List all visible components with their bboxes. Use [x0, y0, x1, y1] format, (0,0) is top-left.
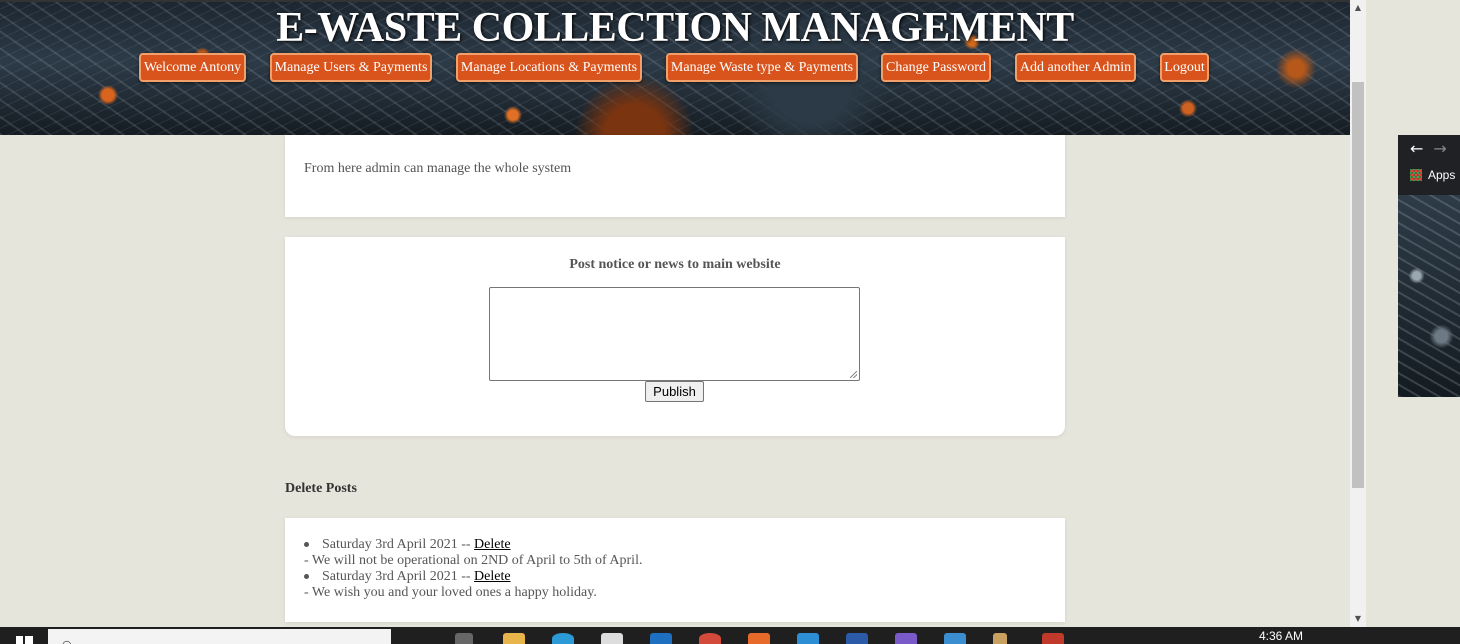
intro-card: From here admin can manage the whole sys… [285, 135, 1065, 217]
app-icon[interactable] [895, 633, 917, 644]
word-icon[interactable] [846, 633, 868, 644]
post-content: - We will not be operational on 2ND of A… [304, 553, 643, 568]
scroll-down-icon[interactable]: ▼ [1350, 611, 1366, 627]
bullet-icon [304, 542, 309, 548]
intro-text: From here admin can manage the whole sys… [304, 161, 572, 176]
windows-start-icon[interactable] [16, 636, 33, 644]
header-banner: E-WASTE COLLECTION MANAGEMENT Welcome An… [0, 0, 1350, 135]
publish-button[interactable]: Publish [645, 381, 704, 402]
post-item-date: Saturday 3rd April 2021 -- Delete [304, 537, 511, 553]
side-nav-arrows: ← → [1410, 139, 1447, 158]
main-nav: Welcome Antony Manage Users & Payments M… [0, 53, 1350, 83]
posts-list-card: Saturday 3rd April 2021 -- Delete - We w… [285, 518, 1065, 622]
taskbar-search-box[interactable]: ○ [48, 629, 391, 644]
background-browser-window[interactable]: ← → Apps [1398, 135, 1460, 397]
post-date: Saturday 3rd April 2021 -- [322, 569, 471, 584]
nav-manage-waste-type[interactable]: Manage Waste type & Payments [666, 53, 858, 82]
app-icon[interactable] [1042, 633, 1064, 644]
search-icon: ○ [62, 638, 72, 644]
windows-taskbar: ○ 4:36 AM [0, 627, 1460, 644]
vscode-icon[interactable] [797, 633, 819, 644]
browser-viewport: E-WASTE COLLECTION MANAGEMENT Welcome An… [0, 0, 1366, 644]
nav-logout[interactable]: Logout [1160, 53, 1209, 82]
store-icon[interactable] [601, 633, 623, 644]
taskbar-clock[interactable]: 4:36 AM [1259, 629, 1303, 643]
apps-shortcut[interactable]: Apps [1410, 168, 1455, 182]
scroll-up-icon[interactable]: ▲ [1350, 0, 1366, 16]
post-item-date: Saturday 3rd April 2021 -- Delete [304, 569, 511, 585]
apps-label: Apps [1428, 168, 1456, 182]
back-arrow-icon[interactable]: ← [1410, 139, 1423, 158]
nav-add-admin[interactable]: Add another Admin [1015, 53, 1136, 82]
bullet-icon [304, 574, 309, 580]
nav-welcome[interactable]: Welcome Antony [139, 53, 246, 82]
delete-post-link[interactable]: Delete [474, 537, 511, 552]
resize-grip-icon[interactable] [850, 371, 857, 378]
chrome-icon[interactable] [699, 633, 721, 644]
side-window-image [1398, 195, 1460, 397]
mail-icon[interactable] [650, 633, 672, 644]
forward-arrow-icon[interactable]: → [1433, 139, 1446, 158]
apps-grid-icon [1410, 169, 1422, 181]
site-title: E-WASTE COLLECTION MANAGEMENT [276, 5, 1074, 51]
delete-post-link[interactable]: Delete [474, 569, 511, 584]
notice-textarea[interactable] [489, 287, 860, 381]
vertical-scrollbar[interactable]: ▲ ▼ [1350, 0, 1366, 627]
nav-change-password[interactable]: Change Password [881, 53, 991, 82]
nav-manage-locations[interactable]: Manage Locations & Payments [456, 53, 642, 82]
edge-browser-icon[interactable] [552, 633, 574, 644]
post-notice-card: Post notice or news to main website Publ… [285, 237, 1065, 436]
task-view-icon[interactable] [455, 633, 473, 644]
scroll-thumb[interactable] [1352, 82, 1364, 488]
post-notice-heading: Post notice or news to main website [569, 257, 781, 272]
paint-icon[interactable] [993, 633, 1007, 644]
xampp-icon[interactable] [748, 633, 770, 644]
delete-posts-heading: Delete Posts [285, 481, 357, 496]
post-content: - We wish you and your loved ones a happ… [304, 585, 597, 600]
app-icon[interactable] [944, 633, 966, 644]
nav-manage-users[interactable]: Manage Users & Payments [270, 53, 432, 82]
post-date: Saturday 3rd April 2021 -- [322, 537, 471, 552]
file-explorer-icon[interactable] [503, 633, 525, 644]
